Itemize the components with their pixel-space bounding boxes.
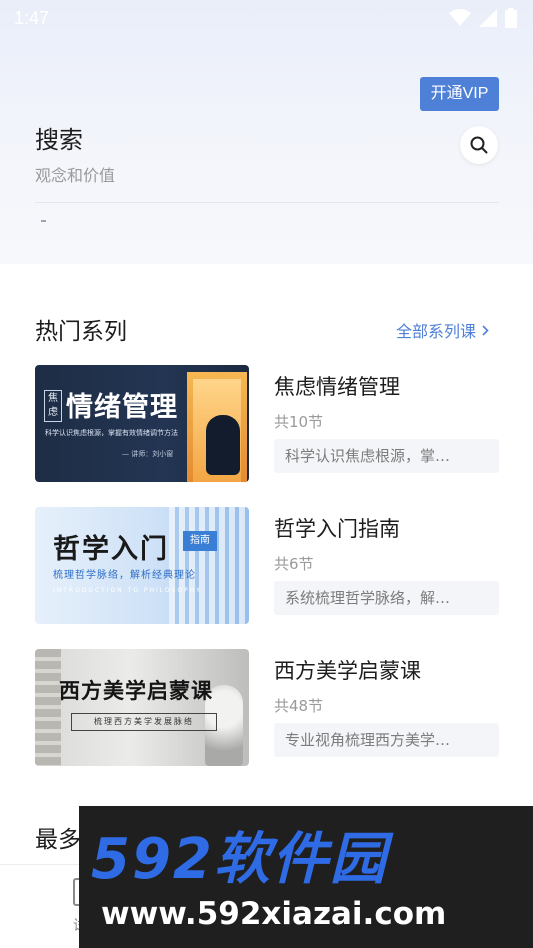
course-description: 系统梳理哲学脉络，解…: [274, 581, 499, 615]
thumb-subtitle: 科学认识焦虑根源，掌握有效情绪调节方法: [45, 429, 178, 437]
course-count: 共48节: [274, 697, 324, 715]
course-name: 焦虑情绪管理: [274, 375, 400, 399]
course-thumbnail: 焦虑 情绪管理 科学认识焦虑根源，掌握有效情绪调节方法 — 讲师：刘小窗: [35, 365, 249, 482]
thumb-title: 哲学入门: [53, 534, 169, 565]
person-silhouette: [206, 415, 240, 475]
thumb-title: 西方美学启蒙课: [59, 678, 213, 703]
open-vip-button[interactable]: 开通VIP: [420, 77, 499, 111]
thumb-title: 情绪管理: [66, 392, 178, 423]
status-icons: [449, 8, 517, 28]
course-thumbnail: 西方美学启蒙课 梳理西方美学发展脉络: [35, 649, 249, 766]
thumb-subtitle: 梳理哲学脉络，解析经典理论: [53, 570, 196, 581]
thumb-author: — 讲师：刘小窗: [122, 450, 174, 458]
chevron-right-icon: [482, 324, 489, 336]
all-series-label: 全部系列课: [396, 322, 477, 341]
course-description: 专业视角梳理西方美学…: [274, 723, 499, 757]
status-time: 1:47: [14, 8, 50, 28]
thumb-subtitle: 梳理西方美学发展脉络: [71, 713, 217, 731]
wifi-icon: [449, 9, 471, 26]
course-name: 西方美学启蒙课: [274, 659, 421, 683]
watermark-brand: 592软件园: [91, 827, 388, 892]
watermark-banner: 592软件园 www.592xiazai.com: [79, 806, 533, 948]
thumb-tag: 指南: [183, 531, 217, 551]
status-bar: 1:47: [0, 0, 533, 36]
watermark-url: www.592xiazai.com: [101, 896, 447, 932]
course-count: 共10节: [274, 413, 324, 431]
course-description: 科学认识焦虑根源，掌…: [274, 439, 499, 473]
search-title[interactable]: 搜索: [35, 120, 83, 155]
course-name: 哲学入门指南: [274, 517, 400, 541]
tower-illustration: [35, 649, 61, 766]
search-icon: [470, 136, 488, 154]
battery-icon: [505, 8, 517, 28]
course-thumbnail: 哲学入门 指南 梳理哲学脉络，解析经典理论 INTRODUCTION TO PH…: [35, 507, 249, 624]
thumb-tag: 焦虑: [44, 390, 62, 422]
more-section-title: 最多: [35, 827, 81, 853]
hot-section-title: 热门系列: [35, 319, 127, 345]
signal-icon: [479, 9, 497, 27]
course-item-aesthetics[interactable]: 西方美学启蒙课 梳理西方美学发展脉络 西方美学启蒙课 共48节 专业视角梳理西方…: [35, 649, 499, 767]
search-button[interactable]: [460, 126, 498, 164]
header-divider: [35, 202, 499, 203]
course-count: 共6节: [274, 555, 314, 573]
course-item-anxiety[interactable]: 焦虑 情绪管理 科学认识焦虑根源，掌握有效情绪调节方法 — 讲师：刘小窗 焦虑情…: [35, 365, 499, 483]
all-series-link[interactable]: 全部系列课: [396, 318, 489, 342]
search-subtitle[interactable]: 观念和价值: [35, 162, 115, 186]
scroll-indicator: [41, 220, 46, 222]
course-item-philosophy[interactable]: 哲学入门 指南 梳理哲学脉络，解析经典理论 INTRODUCTION TO PH…: [35, 507, 499, 625]
thumb-english: INTRODUCTION TO PHILOSOPHY: [53, 587, 202, 594]
